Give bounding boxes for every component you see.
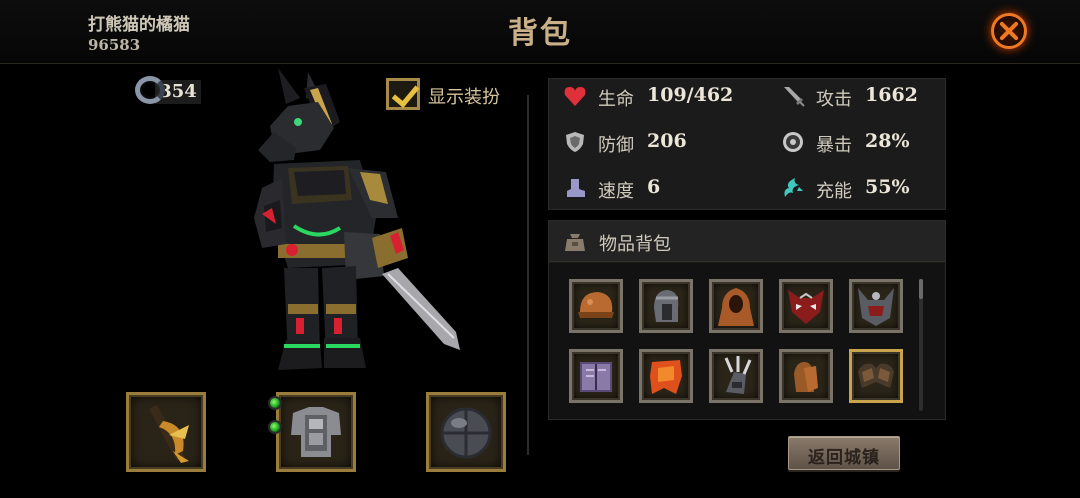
- close-x-icon: [991, 13, 1027, 49]
- stat-value: 6: [647, 176, 661, 198]
- inventory-slot[interactable]: [779, 279, 833, 333]
- ring-icon: [135, 76, 165, 104]
- inventory-slot[interactable]: [569, 279, 623, 333]
- inventory-slot[interactable]: [849, 279, 903, 333]
- plate-armor-icon: [291, 407, 341, 457]
- stat-label: 攻击: [816, 89, 852, 110]
- claw-gauntlet-icon: [724, 356, 752, 394]
- gem-socket-icon: [268, 396, 282, 410]
- stats-panel: 生命 109/462 攻击 1662 防御 206 暴击 28% 速度 6 充能…: [548, 78, 946, 210]
- inventory-scrollbar[interactable]: [919, 279, 923, 411]
- inventory-slot[interactable]: [639, 349, 693, 403]
- steel-helm-icon: [654, 290, 679, 322]
- leather-gloves-icon: [794, 362, 818, 392]
- panel-divider: [527, 95, 529, 455]
- character-model[interactable]: [248, 68, 478, 378]
- stat-value: 109/462: [647, 84, 734, 106]
- bag-icon: [565, 234, 585, 251]
- fire-cape-icon: [650, 360, 682, 394]
- energy-icon: [784, 178, 803, 197]
- stat-value: 28%: [865, 130, 910, 152]
- header-bar: 打熊猫的橘猫 96583 背包: [0, 0, 1080, 64]
- stat-label: 速度: [598, 181, 634, 202]
- inventory-slot[interactable]: [709, 279, 763, 333]
- hood-cloak-icon: [718, 288, 754, 326]
- inventory-slot[interactable]: [709, 349, 763, 403]
- inventory-slot[interactable]: [569, 349, 623, 403]
- equip-slot-helmet[interactable]: [426, 392, 506, 472]
- inventory-header: 物品背包: [549, 221, 945, 262]
- stat-label: 暴击: [816, 135, 852, 156]
- stat-value: 55%: [865, 176, 910, 198]
- return-to-town-label: 返回城镇: [808, 448, 880, 468]
- boot-icon: [567, 179, 585, 197]
- scroll-thumb[interactable]: [919, 279, 923, 299]
- equip-slot-armor[interactable]: [276, 392, 356, 472]
- leather-cap-icon: [578, 292, 614, 318]
- heart-icon: [564, 87, 586, 106]
- inventory-slot-selected[interactable]: [849, 349, 903, 403]
- curved-blade-icon: [149, 405, 189, 463]
- horned-helm-icon: [858, 288, 894, 326]
- page-title: 背包: [508, 16, 572, 51]
- inventory-grid[interactable]: [549, 263, 945, 419]
- shield-icon: [566, 132, 584, 152]
- stat-label: 防御: [598, 135, 634, 156]
- inventory-slot[interactable]: [779, 349, 833, 403]
- currency-display: 354: [135, 76, 201, 106]
- inventory-panel: 物品背包: [548, 220, 946, 420]
- gem-socket-icon: [268, 420, 282, 434]
- close-button[interactable]: [986, 8, 1032, 54]
- inventory-slot[interactable]: [639, 279, 693, 333]
- spellbook-icon: [580, 362, 612, 392]
- stat-label: 充能: [816, 181, 852, 202]
- stat-label: 生命: [598, 89, 634, 110]
- stat-value: 1662: [865, 84, 918, 106]
- crit-icon: [783, 132, 803, 152]
- inventory-title: 物品背包: [599, 234, 671, 255]
- demon-mask-icon: [788, 290, 824, 324]
- pauldron-icon: [858, 363, 894, 388]
- iron-helmet-icon: [440, 407, 492, 459]
- return-to-town-button[interactable]: 返回城镇: [788, 436, 900, 470]
- equip-slot-weapon[interactable]: [126, 392, 206, 472]
- stat-value: 206: [647, 130, 687, 152]
- sword-icon: [784, 87, 805, 107]
